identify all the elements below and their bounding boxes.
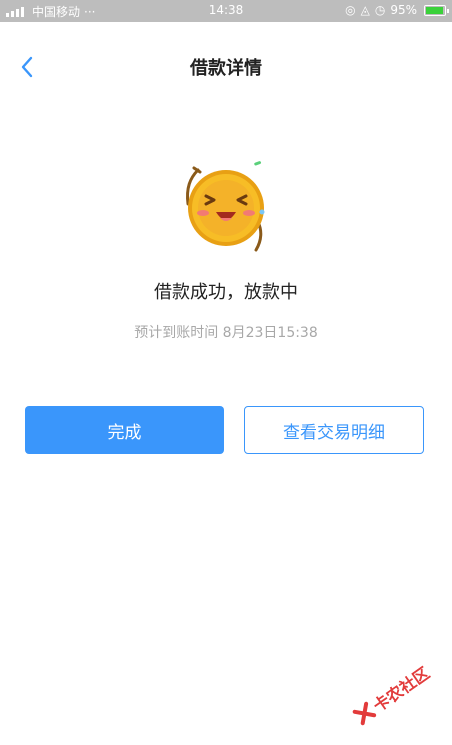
battery-percent: 95%: [390, 3, 417, 17]
eta-text: 预计到账时间 8月23日15:38: [134, 325, 318, 341]
battery-fill: [426, 6, 443, 14]
alarm-icon: ◷: [374, 3, 386, 17]
headset-icon: ◎: [345, 3, 356, 17]
smiling-coin-mascot-icon: [186, 161, 265, 252]
battery-icon: [424, 4, 449, 16]
done-button[interactable]: 完成: [25, 406, 224, 454]
page-title: 借款详情: [190, 58, 262, 79]
view-transaction-details-button[interactable]: 查看交易明细: [244, 406, 424, 454]
watermark-text: 卡农社区: [369, 663, 433, 716]
result-title: 借款成功，放款中: [154, 282, 298, 303]
watermark: 卡农社区: [346, 645, 451, 735]
nav-bar: 借款详情: [0, 22, 452, 112]
mute-icon: ◬: [360, 3, 370, 17]
loan-detail-screen: 中国移动 ··· 14:38 ◎ ◬ ◷ 95% 借款详情 借款成功，放款中 预…: [0, 0, 452, 745]
status-bar: 中国移动 ··· 14:38 ◎ ◬ ◷ 95%: [0, 0, 452, 22]
status-right: ◎ ◬ ◷ 95%: [345, 3, 449, 17]
